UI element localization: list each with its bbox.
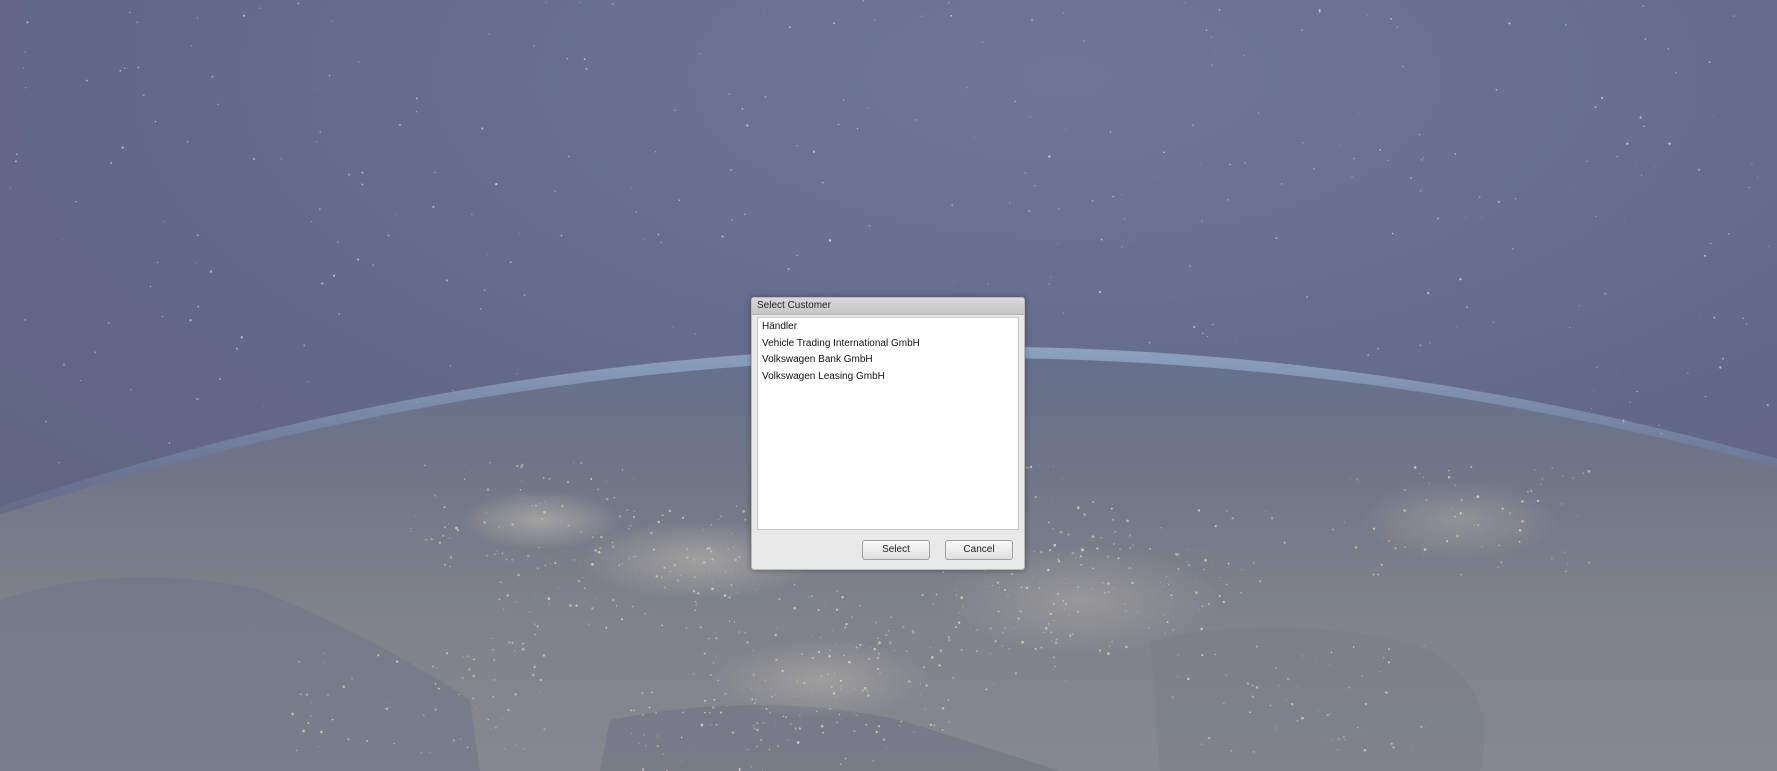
select-customer-dialog: Select Customer Händler Vehicle Trading … bbox=[751, 297, 1025, 570]
customer-list[interactable]: Händler Vehicle Trading International Gm… bbox=[757, 317, 1019, 530]
customer-list-item[interactable]: Volkswagen Leasing GmbH bbox=[758, 369, 1018, 386]
customer-list-item[interactable]: Vehicle Trading International GmbH bbox=[758, 336, 1018, 353]
desktop-background: Select Customer Händler Vehicle Trading … bbox=[0, 0, 1777, 771]
dialog-titlebar[interactable]: Select Customer bbox=[752, 298, 1024, 315]
cancel-button[interactable]: Cancel bbox=[945, 540, 1013, 560]
select-button[interactable]: Select bbox=[862, 540, 930, 560]
customer-list-item[interactable]: Volkswagen Bank GmbH bbox=[758, 352, 1018, 369]
dialog-title: Select Customer bbox=[757, 300, 831, 311]
dialog-footer: Select Cancel bbox=[752, 532, 1024, 569]
customer-list-item[interactable]: Händler bbox=[758, 319, 1018, 336]
